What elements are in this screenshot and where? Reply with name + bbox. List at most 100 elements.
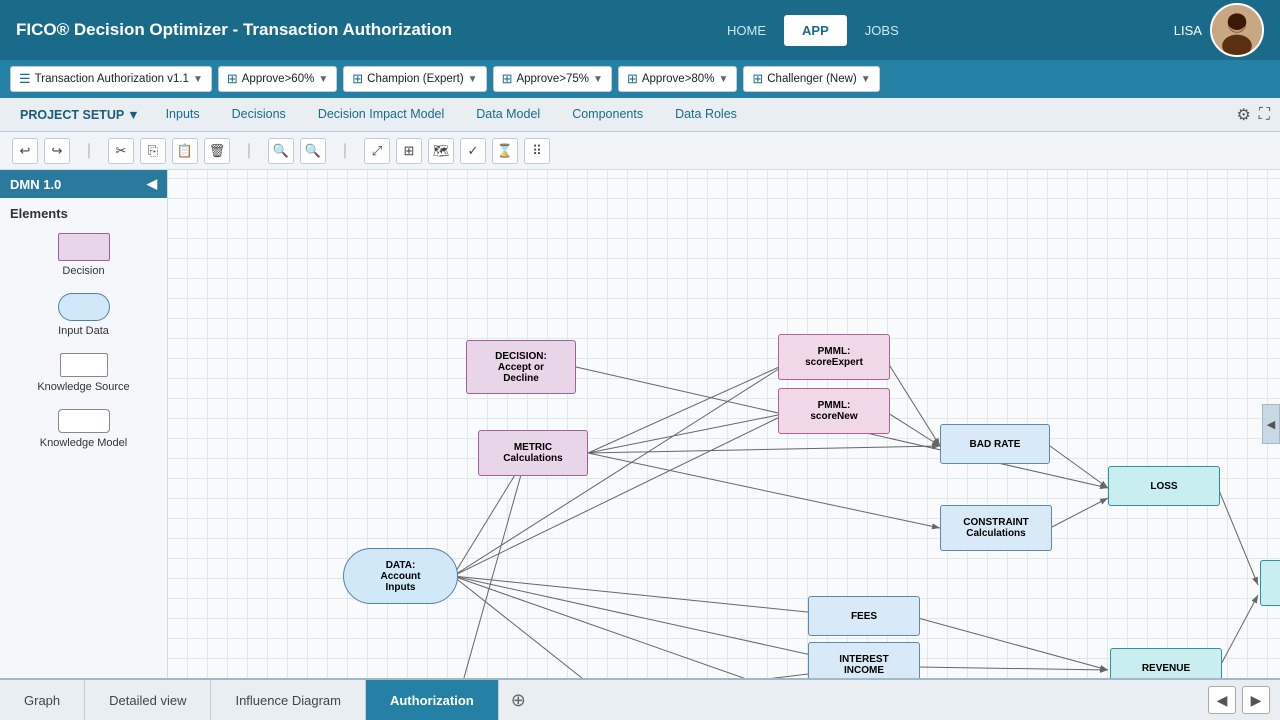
- dropdown-champion[interactable]: ⊞ Champion (Expert) ▼: [343, 66, 486, 92]
- dropdown-approve80-label: Approve>80%: [642, 73, 715, 85]
- title-area: FICO® Decision Optimizer - Transaction A…: [16, 20, 452, 40]
- dropdown-champion-label: Champion (Expert): [367, 73, 464, 85]
- dmn-collapse-icon[interactable]: ◀: [147, 176, 157, 192]
- fit-button[interactable]: ⤢: [364, 138, 390, 164]
- tab-decision-impact[interactable]: Decision Impact Model: [302, 101, 460, 129]
- node-data-account[interactable]: DATA:AccountInputs: [343, 548, 458, 604]
- toolbar-row: ☰ Transaction Authorization v1.1 ▼ ⊞ App…: [0, 60, 1280, 98]
- dropdown-approve75[interactable]: ⊞ Approve>75% ▼: [493, 66, 612, 92]
- nav-home[interactable]: HOME: [709, 15, 784, 46]
- grid-icon-5: ⊞: [752, 71, 763, 87]
- bottom-tabs: Graph Detailed view Influence Diagram Au…: [0, 678, 1280, 720]
- grid-icon-2: ⊞: [352, 71, 363, 87]
- elements-label: Elements: [0, 198, 167, 225]
- decision-shape-icon: [58, 233, 110, 261]
- bottom-tab-detailed[interactable]: Detailed view: [85, 680, 211, 720]
- graph-canvas[interactable]: DECISION:Accept orDecline METRICCalculat…: [168, 170, 1280, 678]
- apps-button[interactable]: ⠿: [524, 138, 550, 164]
- settings-icon[interactable]: ⚙: [1236, 105, 1250, 125]
- right-collapse-icon: ◀: [1267, 418, 1275, 431]
- node-metric[interactable]: METRICCalculations: [478, 430, 588, 476]
- bottom-nav-right: ◀ ▶: [1208, 680, 1280, 720]
- nav-bar: HOME APP JOBS: [701, 12, 925, 48]
- tab-inputs[interactable]: Inputs: [150, 101, 216, 129]
- knowledge-source-shape-icon: [60, 353, 108, 377]
- node-bad-rate[interactable]: BAD RATE: [940, 424, 1050, 464]
- dropdown-project[interactable]: ☰ Transaction Authorization v1.1 ▼: [10, 66, 212, 92]
- node-fees[interactable]: FEES: [808, 596, 920, 636]
- nav-jobs[interactable]: JOBS: [847, 15, 917, 46]
- caret-icon-0: ▼: [193, 74, 203, 85]
- bottom-tab-influence[interactable]: Influence Diagram: [211, 680, 366, 720]
- dropdown-challenger-label: Challenger (New): [767, 73, 856, 85]
- dropdown-challenger[interactable]: ⊞ Challenger (New) ▼: [743, 66, 879, 92]
- caret-icon-3: ▼: [593, 74, 603, 85]
- paste-button[interactable]: 📋: [172, 138, 198, 164]
- nav-prev-button[interactable]: ◀: [1208, 686, 1236, 714]
- caret-icon-4: ▼: [718, 74, 728, 85]
- grid-icon-1: ⊞: [227, 71, 238, 87]
- node-loss[interactable]: LOSS: [1108, 466, 1220, 506]
- zoom-in-button[interactable]: 🔍: [300, 138, 326, 164]
- separator-2: |: [236, 138, 262, 164]
- dropdown-approve60[interactable]: ⊞ Approve>60% ▼: [218, 66, 337, 92]
- map-button[interactable]: 🗺: [428, 138, 454, 164]
- tab-data-roles[interactable]: Data Roles: [659, 101, 753, 129]
- knowledge-model-label: Knowledge Model: [40, 437, 127, 449]
- user-area: LISA: [1174, 3, 1264, 57]
- element-decision[interactable]: Decision: [0, 225, 167, 285]
- bottom-tab-add-button[interactable]: ⊕: [499, 680, 538, 720]
- bottom-tab-graph[interactable]: Graph: [0, 680, 85, 720]
- bottom-tab-authorization[interactable]: Authorization: [366, 680, 499, 720]
- grid-icon-3: ⊞: [502, 71, 513, 87]
- nav-next-button[interactable]: ▶: [1242, 686, 1270, 714]
- tab-decisions[interactable]: Decisions: [216, 101, 302, 129]
- node-profit[interactable]: PROFIT: [1260, 560, 1280, 606]
- decision-label: Decision: [62, 265, 104, 277]
- node-revenue[interactable]: REVENUE: [1110, 648, 1222, 678]
- delete-button[interactable]: 🗑: [204, 138, 230, 164]
- node-pmml-expert[interactable]: PMML:scoreExpert: [778, 334, 890, 380]
- undo-button[interactable]: ↩: [12, 138, 38, 164]
- redo-button[interactable]: ↪: [44, 138, 70, 164]
- caret-icon-5: ▼: [861, 74, 871, 85]
- node-constraint[interactable]: CONSTRAINTCalculations: [940, 505, 1052, 551]
- fullscreen-icon[interactable]: ⛶: [1259, 106, 1270, 124]
- caret-icon-1: ▼: [318, 74, 328, 85]
- input-data-shape-icon: [58, 293, 110, 321]
- dropdown-approve60-label: Approve>60%: [242, 73, 315, 85]
- check-button[interactable]: ✓: [460, 138, 486, 164]
- tab-project-setup[interactable]: PROJECT SETUP ▼: [10, 102, 150, 128]
- zoom-out-button[interactable]: 🔍: [268, 138, 294, 164]
- avatar: [1210, 3, 1264, 57]
- knowledge-source-label: Knowledge Source: [37, 381, 129, 393]
- dmn-header: DMN 1.0 ◀: [0, 170, 167, 198]
- element-knowledge-source[interactable]: Knowledge Source: [0, 345, 167, 401]
- app-title: FICO® Decision Optimizer - Transaction A…: [16, 20, 452, 40]
- tab-row: PROJECT SETUP ▼ Inputs Decisions Decisio…: [0, 98, 1280, 132]
- separator-3: |: [332, 138, 358, 164]
- right-collapse-button[interactable]: ◀: [1262, 404, 1280, 444]
- cut-button[interactable]: ✂: [108, 138, 134, 164]
- node-interest-income[interactable]: INTERESTINCOME: [808, 642, 920, 678]
- separator-1: |: [76, 138, 102, 164]
- tab-components[interactable]: Components: [556, 101, 659, 129]
- grid-toggle-button[interactable]: ⊞: [396, 138, 422, 164]
- history-button[interactable]: ⌛: [492, 138, 518, 164]
- tab-data-model[interactable]: Data Model: [460, 101, 556, 129]
- arrows-svg: [168, 170, 1280, 678]
- dropdown-approve75-label: Approve>75%: [516, 73, 589, 85]
- node-pmml-new[interactable]: PMML:scoreNew: [778, 388, 890, 434]
- node-decision[interactable]: DECISION:Accept orDecline: [466, 340, 576, 394]
- element-knowledge-model[interactable]: Knowledge Model: [0, 401, 167, 457]
- caret-icon-2: ▼: [468, 74, 478, 85]
- nav-app[interactable]: APP: [784, 15, 847, 46]
- dropdown-approve80[interactable]: ⊞ Approve>80% ▼: [618, 66, 737, 92]
- project-icon: ☰: [19, 71, 31, 87]
- copy-button[interactable]: ⎘: [140, 138, 166, 164]
- user-name: LISA: [1174, 23, 1202, 38]
- project-setup-label: PROJECT SETUP: [20, 108, 124, 122]
- knowledge-model-shape-icon: [58, 409, 110, 433]
- element-input-data[interactable]: Input Data: [0, 285, 167, 345]
- dmn-version-label: DMN 1.0: [10, 177, 61, 192]
